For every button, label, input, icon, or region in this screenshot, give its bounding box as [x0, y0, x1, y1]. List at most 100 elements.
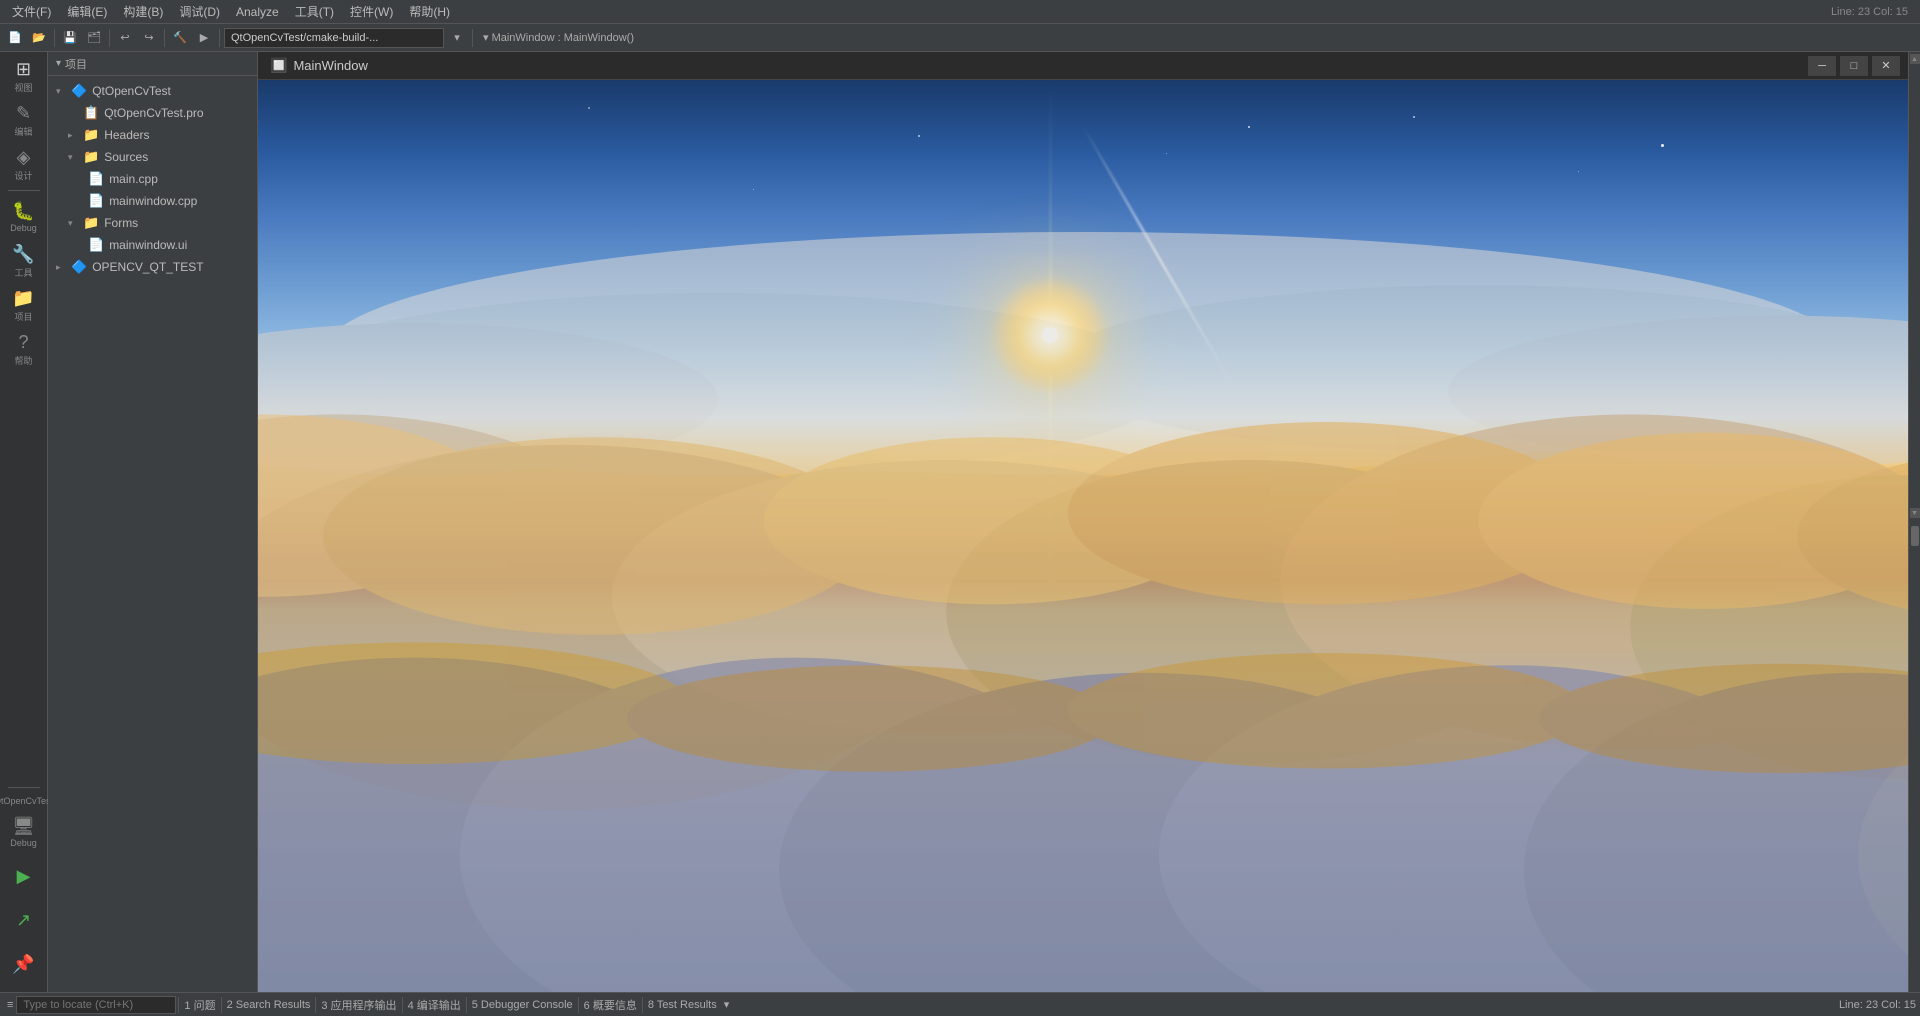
image-display — [258, 80, 1908, 992]
tree-label-pro: QtOpenCvTest.pro — [104, 106, 203, 120]
toolbar-sep-3 — [164, 29, 165, 47]
tree-item-main-cpp[interactable]: 📄 main.cpp — [48, 168, 257, 190]
activity-attach[interactable]: 📌 — [4, 944, 44, 984]
edit-label: 编辑 — [14, 125, 32, 138]
toolbar-sep-2 — [109, 29, 110, 47]
status-sep-7 — [642, 997, 643, 1013]
toolbar-config: ▾ MainWindow : MainWindow() — [477, 31, 640, 44]
tree-item-forms[interactable]: ▾ 📁 Forms — [48, 212, 257, 234]
tree-item-headers[interactable]: ▸ 📁 Headers — [48, 124, 257, 146]
window-titlebar: 🔲 MainWindow ─ □ ✕ — [258, 52, 1908, 80]
tab-search-results[interactable]: 2 Search Results — [224, 995, 314, 1015]
toolbar: 📄 📂 💾 🗂 ↩ ↪ 🔨 ▶ ▾ ▾ MainWindow : MainWin… — [0, 24, 1920, 52]
scroll-down[interactable]: ▼ — [1910, 508, 1920, 518]
tab-general-messages[interactable]: 6 概要信息 — [581, 995, 640, 1015]
toolbar-path-input[interactable] — [224, 28, 444, 48]
debug-label: Debug — [10, 223, 37, 233]
toolbar-new[interactable]: 📄 — [4, 27, 26, 49]
activity-step[interactable]: ↗ — [4, 900, 44, 940]
window-minimize[interactable]: ─ — [1808, 56, 1836, 76]
tree-item-root[interactable]: ▾ 🔷 QtOpenCvTest — [48, 80, 257, 102]
scroll-up[interactable]: ▲ — [1910, 54, 1920, 64]
menu-help[interactable]: 帮助(H) — [401, 3, 458, 20]
toolbar-save[interactable]: 💾 — [59, 27, 81, 49]
window-close[interactable]: ✕ — [1872, 56, 1900, 76]
arrow-sources: ▾ — [68, 152, 80, 163]
activity-tools[interactable]: 🔧 工具 — [4, 241, 44, 281]
toolbar-build[interactable]: 🔨 — [169, 27, 191, 49]
arrow-headers: ▸ — [68, 130, 80, 141]
debug-monitor-icon: 🖥 — [12, 816, 35, 837]
activity-layout[interactable]: ⊞ 视图 — [4, 56, 44, 96]
pro-file-icon: 📋 — [83, 105, 99, 121]
toolbar-redo[interactable]: ↪ — [138, 27, 160, 49]
activity-help[interactable]: ? 帮助 — [4, 329, 44, 369]
window-title: MainWindow — [293, 58, 367, 73]
tab-test-results[interactable]: 8 Test Results — [645, 995, 720, 1015]
tree-item-mainwindow-cpp[interactable]: 📄 mainwindow.cpp — [48, 190, 257, 212]
tree-item-pro[interactable]: ▸ 📋 QtOpenCvTest.pro — [48, 102, 257, 124]
edit-icon: ✎ — [16, 103, 31, 124]
activity-sep-2 — [8, 787, 40, 788]
help-label: 帮助 — [14, 354, 32, 367]
tree-item-opencv[interactable]: ▸ 🔷 OPENCV_QT_TEST — [48, 256, 257, 278]
sidebar-toggle[interactable]: ≡ — [4, 995, 16, 1015]
panel-header-icon: ▾ — [56, 58, 61, 69]
step-into-icon: ↗ — [16, 910, 31, 931]
tab-issues[interactable]: 1 问题 — [181, 995, 218, 1015]
tab-app-output[interactable]: 3 应用程序输出 — [318, 995, 399, 1015]
activity-bar: ⊞ 视图 ✎ 编辑 ◈ 设计 🐛 Debug 🔧 工具 📁 项目 — [0, 52, 48, 992]
tree-item-mainwindow-ui[interactable]: 📄 mainwindow.ui — [48, 234, 257, 256]
tree-label-main-cpp: main.cpp — [109, 172, 158, 186]
project-panel: ▾ 项目 ▾ 🔷 QtOpenCvTest ▸ 📋 QtOpenCvTest.p… — [48, 52, 258, 992]
activity-debug[interactable]: 🐛 Debug — [4, 197, 44, 237]
activity-debug-panel[interactable]: 🖥 Debug — [4, 812, 44, 852]
sky-scene — [258, 80, 1908, 992]
tree-label-sources: Sources — [104, 150, 148, 164]
activity-projects[interactable]: 📁 项目 — [4, 285, 44, 325]
status-bar: ≡ 1 问题 2 Search Results 3 应用程序输出 4 编译输出 … — [0, 992, 1920, 1016]
activity-run[interactable]: ▶ — [4, 856, 44, 896]
arrow-root: ▾ — [56, 86, 68, 97]
menu-analyze[interactable]: Analyze — [228, 5, 287, 19]
design-icon: ◈ — [17, 147, 31, 168]
toolbar-save-all[interactable]: 🗂 — [83, 27, 105, 49]
folder-icon-headers: 📁 — [83, 127, 99, 143]
menu-tools[interactable]: 工具(T) — [287, 3, 342, 20]
toolbar-open[interactable]: 📂 — [28, 27, 50, 49]
scroll-thumb[interactable] — [1911, 526, 1919, 546]
menu-edit[interactable]: 编辑(E) — [59, 3, 115, 20]
window-controls: ─ □ ✕ — [1808, 56, 1900, 76]
activity-edit[interactable]: ✎ 编辑 — [4, 100, 44, 140]
activity-sep-1 — [8, 190, 40, 191]
status-sep-2 — [221, 997, 222, 1013]
panel-header: ▾ 项目 — [48, 52, 257, 76]
tree-item-sources[interactable]: ▾ 📁 Sources — [48, 146, 257, 168]
toolbar-run-debug[interactable]: ▶ — [193, 27, 215, 49]
clouds-svg — [258, 80, 1908, 992]
project-icon: 🔷 — [71, 83, 87, 99]
menu-build[interactable]: 构建(B) — [115, 3, 171, 20]
project2-icon: 🔷 — [71, 259, 87, 275]
expand-btn[interactable]: ▾ — [724, 998, 730, 1011]
status-sep-4 — [402, 997, 403, 1013]
tree-label-headers: Headers — [104, 128, 149, 142]
menu-control[interactable]: 控件(W) — [342, 3, 401, 20]
locate-input[interactable] — [16, 996, 176, 1014]
arrow-opencv: ▸ — [56, 262, 68, 273]
menu-debug[interactable]: 调试(D) — [171, 3, 228, 20]
tab-debugger-console[interactable]: 5 Debugger Console — [469, 995, 576, 1015]
main-row: ⊞ 视图 ✎ 编辑 ◈ 设计 🐛 Debug 🔧 工具 📁 项目 — [0, 52, 1920, 992]
window-maximize[interactable]: □ — [1840, 56, 1868, 76]
content-area: 🔲 MainWindow ─ □ ✕ — [258, 52, 1908, 992]
toolbar-dropdown[interactable]: ▾ — [446, 27, 468, 49]
tree-container[interactable]: ▾ 🔷 QtOpenCvTest ▸ 📋 QtOpenCvTest.pro ▸ … — [48, 76, 257, 992]
tools-label: 工具 — [14, 266, 32, 279]
right-scrollbar[interactable]: ▲ ▼ — [1908, 52, 1920, 992]
run-icon: ▶ — [17, 866, 31, 887]
debug-panel-label: Debug — [10, 838, 37, 848]
tab-compile-output[interactable]: 4 编译输出 — [405, 995, 464, 1015]
menu-file[interactable]: 文件(F) — [4, 3, 59, 20]
toolbar-undo[interactable]: ↩ — [114, 27, 136, 49]
activity-design[interactable]: ◈ 设计 — [4, 144, 44, 184]
